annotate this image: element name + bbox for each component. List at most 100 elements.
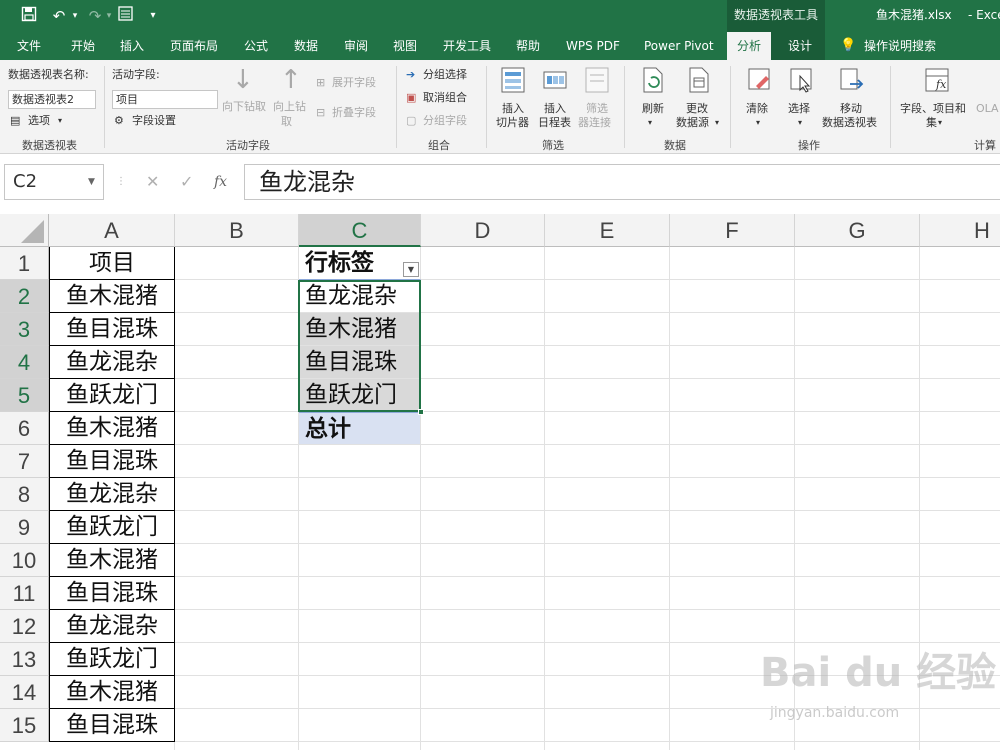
collapse-field-icon[interactable]: ⊟ (316, 106, 325, 120)
insert-slicer-icon[interactable] (500, 66, 526, 94)
cell-a12[interactable]: 鱼龙混杂 (49, 610, 175, 643)
tab-view[interactable]: 视图 (393, 32, 417, 60)
form-icon[interactable] (114, 6, 136, 26)
redo-icon[interactable]: ↷ (84, 6, 106, 26)
row-header-11[interactable]: 11 (0, 577, 49, 610)
tab-page-layout[interactable]: 页面布局 (170, 32, 218, 60)
cell-a3[interactable]: 鱼目混珠 (49, 313, 175, 346)
options-icon[interactable]: ▤ (10, 114, 20, 128)
name-box-dropdown-icon[interactable]: ▼ (88, 166, 95, 198)
column-header-g[interactable]: G (795, 214, 920, 247)
clear-dropdown-icon[interactable]: ▾ (756, 116, 760, 130)
column-header-c[interactable]: C (299, 214, 421, 247)
insert-function-icon[interactable]: fx (214, 168, 227, 196)
tab-design[interactable]: 设计 (788, 32, 812, 60)
tab-data[interactable]: 数据 (294, 32, 318, 60)
field-settings-icon[interactable]: ⚙ (114, 114, 124, 128)
drill-up-icon[interactable]: ↑ (280, 66, 302, 94)
move-pivot-button[interactable]: 移动 (840, 102, 862, 116)
row-header-9[interactable]: 9 (0, 511, 49, 544)
tab-file[interactable]: 文件 (17, 32, 41, 60)
row-header-6[interactable]: 6 (0, 412, 49, 445)
enter-icon[interactable]: ✓ (180, 168, 193, 196)
group-selection-icon[interactable]: ➔ (406, 68, 415, 82)
cell-a1[interactable]: 项目 (49, 247, 175, 280)
column-header-h[interactable]: H (920, 214, 1000, 247)
field-settings-button[interactable]: 字段设置 (132, 114, 176, 128)
expand-field-button[interactable]: 展开字段 (332, 76, 376, 90)
select-button[interactable]: 选择 (788, 102, 810, 116)
cell-a6[interactable]: 鱼木混猪 (49, 412, 175, 445)
cell-a15[interactable]: 鱼目混珠 (49, 709, 175, 742)
undo-dropdown-icon[interactable]: ▾ (70, 6, 80, 26)
fields-items-sets-button[interactable]: 字段、项目和 (900, 102, 966, 116)
tab-formulas[interactable]: 公式 (244, 32, 268, 60)
row-header-7[interactable]: 7 (0, 445, 49, 478)
row-header-15[interactable]: 15 (0, 709, 49, 742)
column-header-f[interactable]: F (670, 214, 795, 247)
ungroup-icon[interactable]: ▣ (406, 91, 416, 105)
pivot-name-input[interactable]: 数据透视表2 (8, 90, 96, 109)
change-data-source-icon[interactable] (686, 66, 712, 94)
select-all-corner[interactable] (0, 214, 49, 247)
column-header-e[interactable]: E (545, 214, 670, 247)
fill-handle[interactable] (418, 409, 424, 415)
row-label-filter-button[interactable]: ▼ (403, 262, 419, 277)
cell-a5[interactable]: 鱼跃龙门 (49, 379, 175, 412)
redo-dropdown-icon[interactable]: ▾ (104, 6, 114, 26)
change-data-source-button[interactable]: 更改 (686, 102, 708, 116)
group-selection-button[interactable]: 分组选择 (423, 68, 467, 82)
column-header-a[interactable]: A (49, 214, 175, 247)
fields-dropdown-icon[interactable]: ▾ (938, 116, 942, 130)
tell-me-search[interactable]: 操作说明搜索 (864, 32, 936, 60)
collapse-field-button[interactable]: 折叠字段 (332, 106, 376, 120)
refresh-dropdown-icon[interactable]: ▾ (648, 116, 652, 130)
row-header-4[interactable]: 4 (0, 346, 49, 379)
row-header-1[interactable]: 1 (0, 247, 49, 280)
clear-button[interactable]: 清除 (746, 102, 768, 116)
row-header-3[interactable]: 3 (0, 313, 49, 346)
filter-connections-icon[interactable] (584, 66, 610, 94)
cancel-icon[interactable]: ✕ (146, 168, 159, 196)
expand-field-icon[interactable]: ⊞ (316, 76, 325, 90)
row-header-5[interactable]: 5 (0, 379, 49, 412)
tab-developer[interactable]: 开发工具 (443, 32, 491, 60)
olap-tools-button[interactable]: OLA (976, 102, 999, 116)
customize-quick-access-icon[interactable]: ▾ (146, 6, 160, 26)
lightbulb-icon[interactable]: 💡 (840, 32, 856, 60)
row-header-2[interactable]: 2 (0, 280, 49, 313)
tab-analyze[interactable]: 分析 (727, 32, 772, 60)
drill-down-button[interactable]: 向下钻取 (222, 100, 266, 114)
tab-power-pivot[interactable]: Power Pivot (644, 32, 714, 60)
row-header-10[interactable]: 10 (0, 544, 49, 577)
tab-wps-pdf[interactable]: WPS PDF (566, 32, 620, 60)
cell-a9[interactable]: 鱼跃龙门 (49, 511, 175, 544)
select-dropdown-icon[interactable]: ▾ (798, 116, 802, 130)
select-icon[interactable] (788, 66, 814, 94)
options-dropdown-icon[interactable]: ▾ (58, 114, 62, 128)
active-field-input[interactable]: 项目 (112, 90, 218, 109)
clear-icon[interactable] (746, 66, 772, 94)
cell-a4[interactable]: 鱼龙混杂 (49, 346, 175, 379)
tab-home[interactable]: 开始 (71, 32, 95, 60)
insert-timeline-icon[interactable] (542, 66, 568, 94)
pivot-item[interactable]: 鱼木混猪 (299, 313, 421, 346)
cell-a8[interactable]: 鱼龙混杂 (49, 478, 175, 511)
cell-a7[interactable]: 鱼目混珠 (49, 445, 175, 478)
refresh-button[interactable]: 刷新 (642, 102, 664, 116)
tab-help[interactable]: 帮助 (516, 32, 540, 60)
cell-a14[interactable]: 鱼木混猪 (49, 676, 175, 709)
move-pivot-icon[interactable] (838, 66, 864, 94)
cell-a13[interactable]: 鱼跃龙门 (49, 643, 175, 676)
row-header-13[interactable]: 13 (0, 643, 49, 676)
group-field-button[interactable]: 分组字段 (423, 114, 467, 128)
row-header-12[interactable]: 12 (0, 610, 49, 643)
cell-a10[interactable]: 鱼木混猪 (49, 544, 175, 577)
ungroup-button[interactable]: 取消组合 (423, 91, 467, 105)
drill-up-button[interactable]: 向上钻 (273, 100, 306, 114)
pivot-item[interactable]: 鱼目混珠 (299, 346, 421, 379)
drill-down-icon[interactable]: ↓ (232, 66, 254, 94)
options-button[interactable]: 选项 (28, 114, 50, 128)
insert-slicer-button[interactable]: 插入 (502, 102, 524, 116)
filter-connections-button[interactable]: 筛选 (586, 102, 608, 116)
